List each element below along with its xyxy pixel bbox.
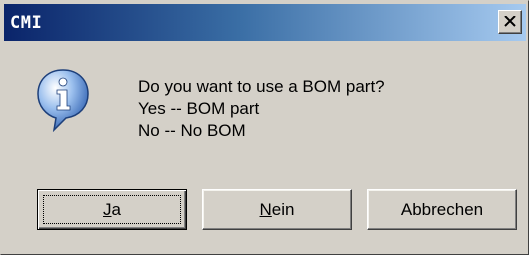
cancel-label: Abbrechen bbox=[400, 200, 484, 219]
no-label-rest: ein bbox=[271, 200, 295, 219]
yes-accelerator: J bbox=[103, 200, 112, 219]
title-bar[interactable]: CMI bbox=[4, 4, 526, 41]
message-line-1: Do you want to use a BOM part? bbox=[138, 77, 385, 96]
message-line-2: Yes -- BOM part bbox=[138, 99, 260, 118]
yes-button[interactable]: Ja bbox=[37, 189, 187, 230]
close-button[interactable] bbox=[498, 10, 522, 34]
yes-label-rest: a bbox=[111, 200, 121, 219]
close-icon bbox=[504, 16, 516, 27]
no-button[interactable]: Nein bbox=[202, 189, 352, 230]
message-dialog: CMI Do you want to use a BOM part? Yes -… bbox=[0, 0, 529, 255]
window-title: CMI bbox=[10, 13, 43, 33]
information-icon bbox=[37, 69, 89, 132]
message-text: Do you want to use a BOM part? Yes -- BO… bbox=[138, 76, 385, 142]
message-line-3: No -- No BOM bbox=[138, 121, 246, 140]
focus-rectangle: Ja bbox=[43, 195, 181, 224]
no-accelerator: N bbox=[259, 200, 272, 219]
cancel-button[interactable]: Abbrechen bbox=[367, 189, 517, 230]
